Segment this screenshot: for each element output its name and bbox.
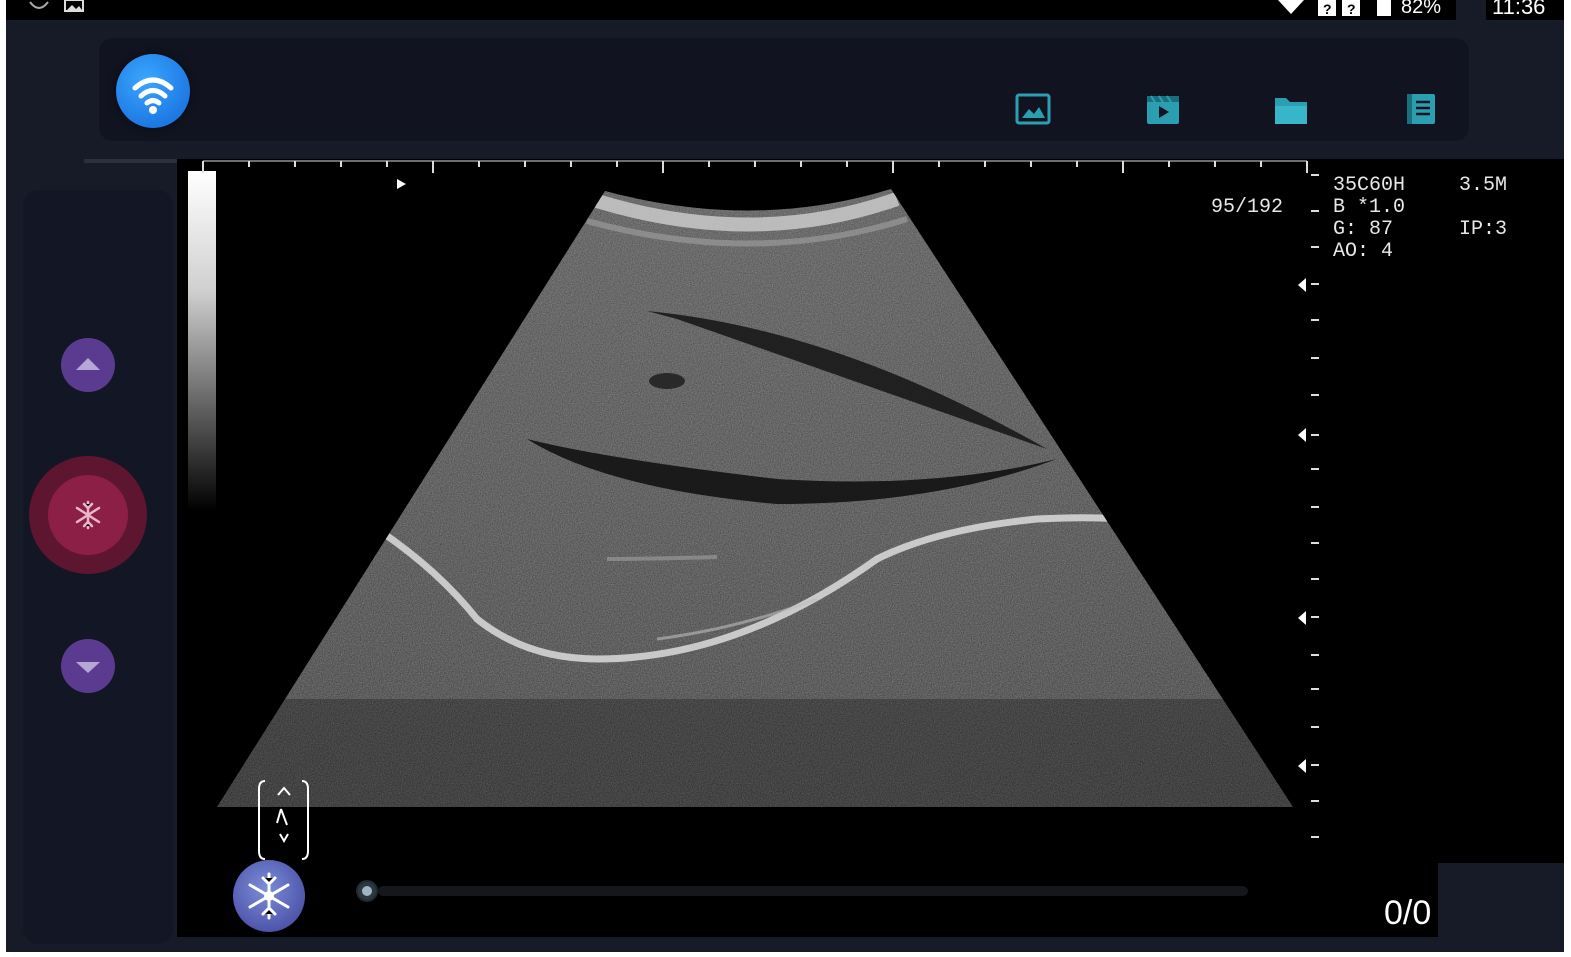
battery-percentage: 82% — [1401, 0, 1442, 18]
cine-progress-knob[interactable] — [356, 880, 378, 902]
freeze-button[interactable] — [29, 456, 147, 574]
image-preset: IP:3 — [1459, 218, 1508, 241]
sector-image — [217, 189, 1293, 807]
focus-markers — [1298, 278, 1306, 773]
triangle-up-icon — [76, 358, 100, 370]
ultrasound-scan-area — [188, 160, 1319, 860]
acoustic-output: AO: 4 — [1333, 240, 1394, 263]
toolbar-divider — [84, 159, 180, 163]
svg-text:?: ? — [1347, 1, 1356, 16]
wifi-signal-icon — [1278, 0, 1304, 14]
gain-value: G: 87 — [1333, 218, 1394, 241]
top-toolbar — [99, 38, 1469, 141]
image-icon — [1015, 93, 1051, 125]
no-sim-icon: ? — [1318, 0, 1336, 16]
image-gallery-button[interactable] — [1015, 92, 1051, 126]
depth-scale — [1311, 174, 1319, 838]
status-separator — [1456, 0, 1486, 20]
sync-icon — [29, 1, 49, 9]
no-sim-icon: ? — [1342, 0, 1360, 16]
folder-button[interactable] — [1273, 92, 1309, 126]
imaging-mode: B *1.0 — [1333, 196, 1406, 219]
status-bar: ? ? 82% 11:36 — [6, 0, 1564, 20]
gain-up-button[interactable] — [61, 338, 115, 392]
probe-model: 35C60H — [1333, 174, 1406, 197]
snowflake-icon — [75, 500, 101, 530]
grayscale-bar — [188, 171, 216, 511]
battery-icon — [1377, 0, 1391, 16]
document-list-icon — [1407, 94, 1435, 124]
video-clapper-icon — [1147, 95, 1179, 124]
wifi-connect-button[interactable] — [116, 54, 190, 128]
image-notification-icon — [64, 0, 84, 12]
video-clips-button[interactable] — [1145, 92, 1181, 126]
gain-down-button[interactable] — [61, 639, 115, 693]
folder-icon — [1275, 98, 1307, 124]
cine-progress-track[interactable] — [378, 886, 1248, 896]
report-button[interactable] — [1403, 92, 1439, 126]
ultrasound-app: ? ? 82% 11:36 95/192 35C60H 3.5M B *1.0 … — [6, 0, 1564, 952]
snowflake-icon — [248, 872, 290, 920]
frame-position: 95/192 — [1211, 196, 1284, 219]
clock: 11:36 — [1492, 0, 1546, 19]
focus-marker-top — [397, 179, 406, 189]
triangle-down-icon — [76, 662, 100, 673]
cine-freeze-button[interactable] — [233, 860, 305, 932]
wifi-icon — [132, 77, 174, 114]
top-ruler — [202, 160, 1308, 173]
probe-frequency: 3.5M — [1459, 174, 1508, 197]
svg-text:?: ? — [1323, 1, 1332, 16]
ultrasound-image-viewer[interactable]: 95/192 35C60H 3.5M B *1.0 G: 87 IP:3 AO:… — [177, 159, 1564, 863]
frame-counter: 0/0 — [1384, 894, 1432, 932]
